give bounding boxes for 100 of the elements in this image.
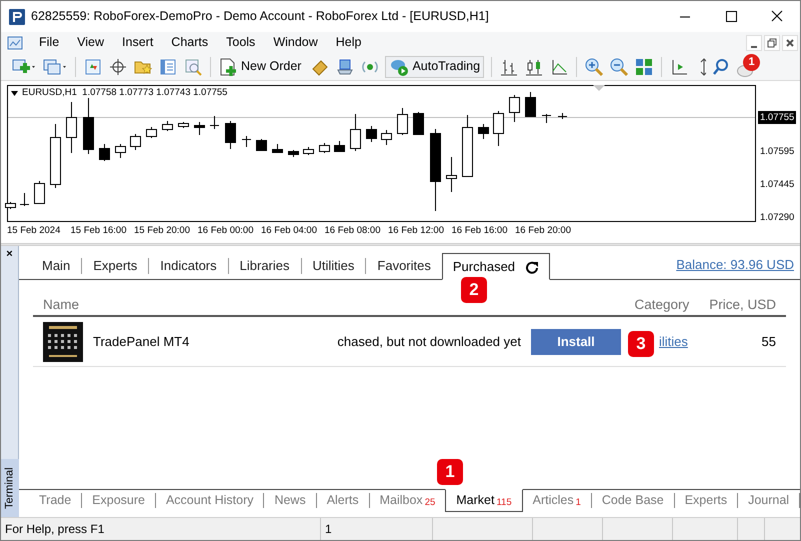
menu-item[interactable]: Tools: [218, 33, 264, 52]
tester-icon[interactable]: [183, 56, 203, 76]
count-label: 25: [424, 496, 436, 510]
candle: [350, 114, 361, 152]
candle: [462, 114, 473, 178]
window-title: 62825559: RoboForex-DemoPro - Demo Account - RoboForex Ltd - [EURUSD,H1]: [31, 8, 489, 26]
category-link[interactable]: ilities: [659, 332, 699, 352]
zoom-in-icon[interactable]: [584, 56, 604, 76]
balance-link[interactable]: Balance: 93.96 USD: [676, 254, 794, 274]
market-watch-icon[interactable]: [83, 56, 103, 76]
candle: [509, 94, 520, 122]
price-label: 1.07595: [759, 145, 796, 158]
price-label: 1.07445: [759, 178, 796, 191]
signals-icon[interactable]: [335, 56, 356, 76]
time-label: 16 Feb 08:00: [324, 224, 380, 238]
market-tab[interactable]: Libraries: [228, 253, 300, 279]
candle: [319, 142, 330, 154]
step-marker: 3: [628, 331, 654, 357]
status-text: 1: [321, 518, 433, 540]
candle: [558, 112, 568, 120]
current-price-label: 1.07755: [758, 111, 796, 124]
candle: [83, 98, 94, 154]
new-order-button[interactable]: New Order: [218, 56, 306, 78]
candle: [366, 126, 377, 142]
menu-item[interactable]: Help: [328, 33, 370, 52]
bottom-tab[interactable]: Experts: [674, 490, 738, 511]
bottom-tab[interactable]: Code Base: [592, 490, 674, 511]
bottom-tab[interactable]: Journal: [738, 490, 800, 511]
candle: [162, 120, 173, 132]
market-tab[interactable]: Purchased: [442, 253, 550, 280]
bottom-tab[interactable]: Exposure: [82, 490, 155, 511]
time-label: 16 Feb 20:00: [515, 224, 571, 238]
refresh-icon[interactable]: [525, 260, 540, 274]
candle: [20, 192, 30, 206]
candle: [381, 130, 392, 146]
install-button[interactable]: Install: [531, 328, 621, 354]
mdi-minimize-icon[interactable]: [746, 34, 762, 50]
candle: [542, 114, 552, 124]
profiles-icon[interactable]: [42, 56, 68, 76]
candle: [115, 144, 126, 158]
column-header: Category: [634, 296, 690, 314]
bottom-tab[interactable]: Account History: [156, 490, 264, 511]
bottom-tab[interactable]: Trade: [29, 490, 82, 511]
chart-window-icon[interactable]: [7, 36, 23, 50]
menu-item[interactable]: Insert: [114, 33, 162, 52]
market-tab[interactable]: Indicators: [149, 253, 228, 279]
market-tab[interactable]: Utilities: [302, 253, 366, 279]
crosshair-icon[interactable]: [108, 56, 128, 76]
candle: [99, 144, 110, 162]
shift-marker-icon[interactable]: [593, 85, 605, 91]
candle: [525, 92, 536, 118]
time-label: 16 Feb 12:00: [388, 224, 444, 238]
bottom-tab[interactable]: News: [264, 490, 316, 511]
candle: [288, 150, 299, 158]
candle: [242, 136, 252, 148]
time-label: 15 Feb 16:00: [70, 224, 126, 238]
mdi-restore-icon[interactable]: [764, 34, 780, 50]
navigator-icon[interactable]: [158, 56, 178, 76]
market-tab[interactable]: Favorites: [366, 253, 442, 279]
candle: [225, 120, 236, 150]
candle: [66, 102, 77, 154]
candle: [272, 144, 283, 154]
time-label: 15 Feb 2024: [7, 224, 60, 238]
document-plus-icon: [218, 56, 238, 76]
candle: [178, 122, 189, 128]
candle: [50, 124, 61, 188]
candle: [210, 116, 220, 130]
chart-header: EURUSD,H1 1.07758 1.07773 1.07743 1.07755: [22, 86, 228, 100]
close-panel-button[interactable]: ×: [6, 247, 13, 261]
product-name: TradePanel MT4: [93, 332, 190, 351]
tile-windows-icon[interactable]: [634, 56, 654, 76]
price-text: 55: [760, 332, 776, 351]
bottom-tab[interactable]: Alerts: [316, 490, 369, 511]
menu-item[interactable]: Window: [265, 33, 326, 52]
menu-item[interactable]: File: [31, 33, 68, 52]
market-tab[interactable]: Main: [31, 253, 82, 279]
candle: [446, 156, 457, 192]
candle: [397, 108, 408, 136]
candle: [256, 138, 267, 152]
column-header: Name: [43, 296, 80, 314]
candle: [146, 126, 157, 138]
price-label: 1.07290: [759, 211, 796, 224]
notification-badge: 1: [743, 54, 760, 70]
autotrading-button[interactable]: AutoTrading: [385, 56, 484, 78]
count-label: 1: [576, 496, 581, 510]
app-logo-icon: [9, 8, 25, 24]
menu-item[interactable]: View: [69, 33, 112, 52]
status-text: chased, but not downloaded yet: [337, 332, 521, 351]
candle: [34, 180, 45, 204]
panel-title: Terminal: [2, 467, 16, 509]
time-label: 16 Feb 04:00: [261, 224, 317, 238]
status-text: For Help, press F1: [1, 518, 321, 540]
column-header: Price, USD: [709, 296, 776, 314]
menu-item[interactable]: Charts: [163, 33, 216, 52]
step-marker: 1: [437, 459, 463, 485]
candle: [194, 122, 205, 136]
dropdown-triangle-icon[interactable]: [11, 90, 18, 96]
mdi-close-icon[interactable]: [782, 34, 798, 50]
market-tab[interactable]: Experts: [82, 253, 148, 279]
zoom-out-icon[interactable]: [609, 56, 630, 76]
